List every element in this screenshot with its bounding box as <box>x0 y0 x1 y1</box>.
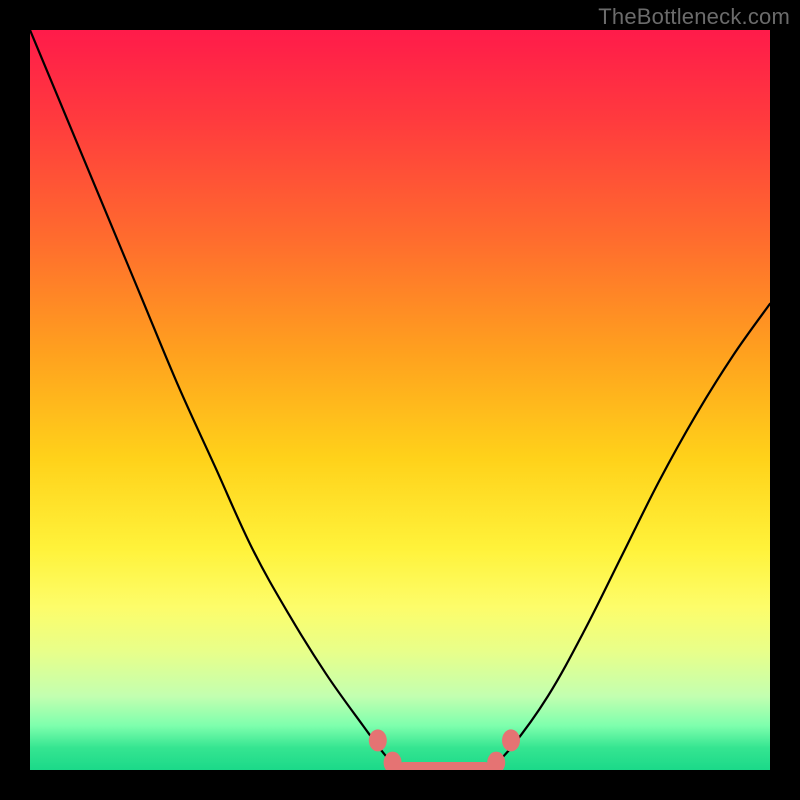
curve-left-branch <box>30 30 400 770</box>
curve-marker <box>487 752 505 770</box>
watermark-text: TheBottleneck.com <box>598 4 790 30</box>
bottleneck-curve <box>30 30 770 770</box>
plot-area <box>30 30 770 770</box>
curve-marker <box>384 752 402 770</box>
curve-marker <box>502 729 520 751</box>
curve-right-branch <box>489 304 770 770</box>
curve-marker <box>369 729 387 751</box>
flat-bottom-marker <box>397 762 492 770</box>
curve-markers <box>369 729 520 770</box>
chart-frame: TheBottleneck.com <box>0 0 800 800</box>
